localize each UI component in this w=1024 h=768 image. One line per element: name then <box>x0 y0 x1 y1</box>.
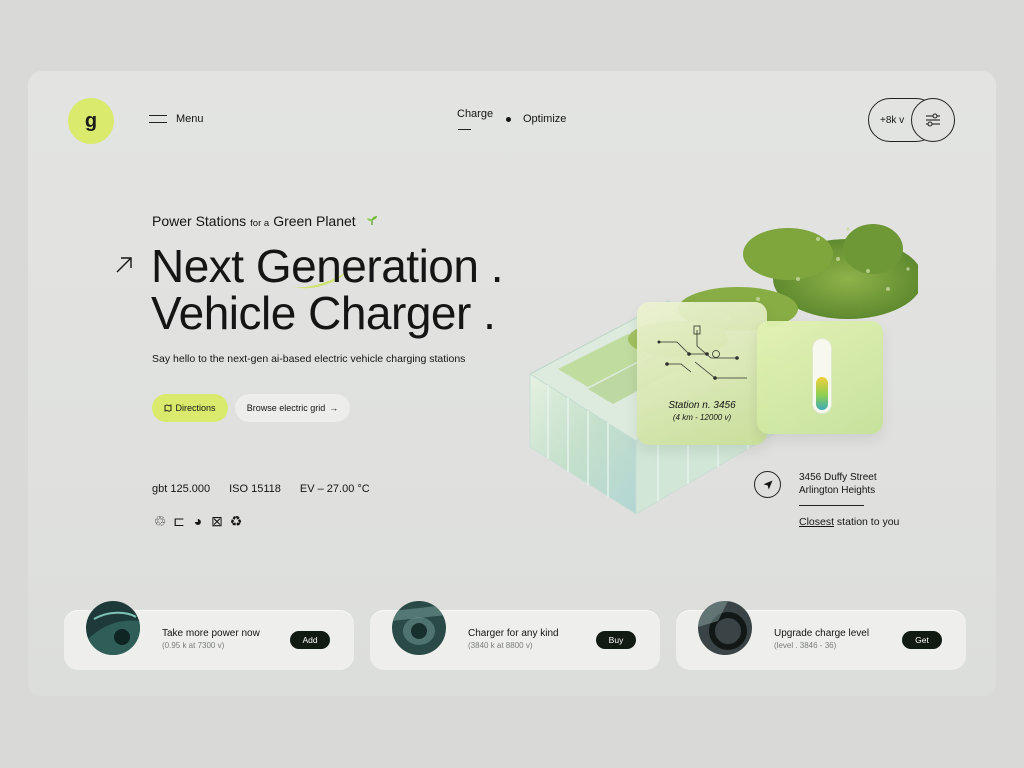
charge-gauge-card <box>757 321 883 434</box>
logo-letter: g <box>84 109 98 132</box>
nav-item-charge[interactable]: Charge <box>457 108 493 120</box>
browse-grid-button[interactable]: Browse electric grid → <box>235 394 350 422</box>
product-card[interactable]: Take more power now (0.95 k at 7300 v) A… <box>64 601 354 670</box>
directions-label: Directions <box>175 403 216 413</box>
pie-badge-icon: ◕ <box>193 513 203 529</box>
charge-level-tube <box>812 338 832 414</box>
recycle-icon: ♻ <box>229 513 243 529</box>
hero-tagline: Say hello to the next-gen ai-based elect… <box>152 353 466 365</box>
navigation-arrow-icon <box>763 480 772 489</box>
brand-logo[interactable]: g <box>68 98 114 144</box>
spec-item: EV – 27.00 °C <box>299 483 370 495</box>
plug-box-icon: ⊏ <box>173 513 185 529</box>
locate-button[interactable] <box>754 471 781 498</box>
closest-word: Closest <box>799 516 835 528</box>
hamburger-icon <box>149 115 167 123</box>
station-detail: (4 km - 12000 v) <box>672 413 732 422</box>
charge-level-fill <box>816 376 828 410</box>
circuit-map-icon <box>657 325 747 380</box>
get-button[interactable]: Get <box>902 631 942 649</box>
nav-item-optimize[interactable]: Optimize <box>523 113 566 125</box>
map-icon <box>165 404 172 412</box>
product-subtitle: (0.95 k at 7300 v) <box>162 641 225 650</box>
certification-icons: ♲ ⊏ ◕ ⊠ ♻ <box>152 513 244 529</box>
charger-plug-photo <box>392 601 446 655</box>
spec-item: ISO 15118 <box>229 483 281 495</box>
menu-label: Menu <box>176 113 204 125</box>
directions-button[interactable]: Directions <box>152 394 228 422</box>
product-title: Take more power now <box>162 628 260 639</box>
product-subtitle: (level . 3846 - 36) <box>774 641 837 650</box>
browse-label: Browse electric grid <box>246 403 326 413</box>
buy-button[interactable]: Buy <box>596 631 636 649</box>
product-card[interactable]: Charger for any kind (3840 k at 8800 v) … <box>370 601 660 670</box>
closest-rest: station to you <box>834 516 900 528</box>
closest-station-link[interactable]: Closest station to you <box>799 516 899 528</box>
product-card[interactable]: Upgrade charge level (level . 3846 - 36)… <box>676 601 966 670</box>
address-line-1: 3456 Duffy Street <box>799 472 877 483</box>
subtitle-part-b: Green Planet <box>273 213 356 229</box>
main-frame: g Menu Charge Optimize +8k v Power Stati… <box>28 71 996 696</box>
voltage-pill-label: +8k v <box>880 114 905 126</box>
grid-box-icon: ⊠ <box>211 513 223 529</box>
steering-wheel-photo <box>698 601 752 655</box>
product-title: Charger for any kind <box>468 628 559 639</box>
subtitle-part-a: Power Stations <box>152 213 247 229</box>
station-address: 3456 Duffy Street Arlington Heights <box>799 471 877 497</box>
hero-headline: Next Generation . Vehicle Charger . <box>151 240 504 339</box>
product-subtitle: (3840 k at 8800 v) <box>468 641 533 650</box>
address-line-2: Arlington Heights <box>799 485 876 496</box>
dashboard-photo <box>86 601 140 655</box>
filter-button[interactable] <box>911 98 955 142</box>
add-button[interactable]: Add <box>290 631 330 649</box>
arrow-up-right-icon <box>116 257 132 273</box>
address-divider <box>799 505 864 506</box>
station-name: Station n. 3456 <box>668 400 736 411</box>
spec-item: gbt 125.000 <box>152 483 211 495</box>
arrow-right-icon: → <box>329 403 339 413</box>
hero-subtitle: Power Stations for a Green Planet <box>152 213 378 229</box>
spec-list: gbt 125.000 ISO 15118 EV – 27.00 °C <box>152 483 370 495</box>
menu-button[interactable]: Menu <box>149 113 204 125</box>
sliders-icon <box>926 113 940 127</box>
headline-line-2: Vehicle Charger . <box>151 287 496 339</box>
headline-line-1: Next Generation . <box>151 240 504 292</box>
subtitle-connector: for a <box>250 218 270 229</box>
nav-separator-dot <box>506 117 511 122</box>
sprout-icon <box>366 216 377 225</box>
recycle-outline-icon: ♲ <box>153 513 167 529</box>
product-title: Upgrade charge level <box>774 628 870 639</box>
station-card[interactable]: Station n. 3456 (4 km - 12000 v) <box>637 302 767 445</box>
nav-active-underline <box>458 129 471 130</box>
